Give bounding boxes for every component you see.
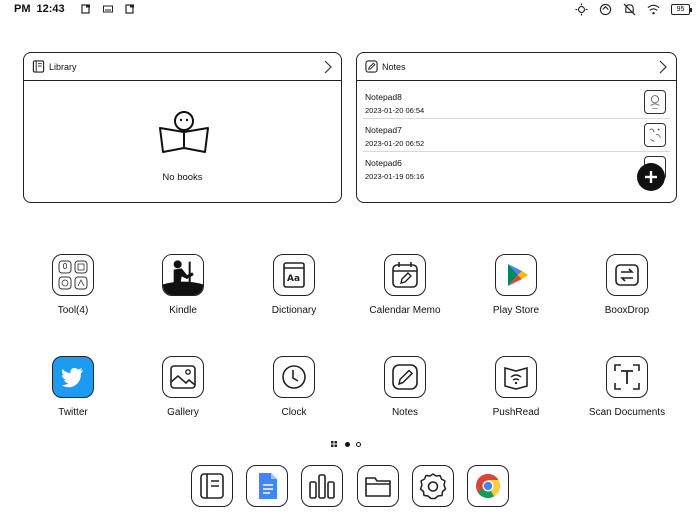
status-left: PM 12:43 — [14, 3, 147, 15]
page-dot-active[interactable] — [345, 441, 350, 447]
dock-library[interactable] — [191, 465, 233, 507]
app-dictionary[interactable]: Aa Dictionary — [239, 254, 349, 324]
dock-apps[interactable] — [301, 465, 343, 507]
dictionary-icon[interactable]: Aa — [273, 254, 315, 296]
library-widget[interactable]: Library No books — [23, 52, 342, 203]
library-title: Library — [49, 61, 77, 72]
page-dot[interactable] — [356, 441, 361, 447]
empty-library-text: No books — [162, 172, 203, 183]
note-item[interactable]: Notepad6 2023-01-19 05:16 — [363, 152, 670, 185]
app-scan-documents[interactable]: Scan Documents — [572, 356, 682, 426]
notes-header[interactable]: Notes — [357, 53, 676, 81]
library-icon — [200, 473, 224, 499]
app-clock[interactable]: Clock — [239, 356, 349, 426]
app-play-store[interactable]: Play Store — [461, 254, 571, 324]
notes-icon[interactable] — [384, 356, 426, 398]
app-label: Twitter — [58, 407, 88, 418]
app-label: Scan Documents — [588, 407, 666, 418]
note-name: Notepad6 — [365, 158, 402, 168]
notes-list: Notepad8 2023-01-20 06:54 Notepad7 2023-… — [357, 81, 676, 185]
app-twitter[interactable]: Twitter — [18, 356, 128, 426]
svg-text:Aa: Aa — [287, 274, 300, 284]
app-label: Dictionary — [271, 305, 317, 316]
docs-icon — [259, 473, 277, 499]
note-thumbnail[interactable] — [644, 123, 666, 147]
settings-icon — [419, 473, 447, 500]
status-time: 12:43 — [36, 3, 65, 15]
notification-icon — [81, 4, 90, 14]
app-label: Tool(4) — [57, 305, 89, 316]
files-icon — [365, 477, 391, 497]
note-name: Notepad8 — [365, 92, 402, 102]
app-calendar-memo[interactable]: Calendar Memo — [350, 254, 460, 324]
note-date: 2023-01-20 06:54 — [365, 106, 425, 115]
dock-settings[interactable] — [412, 465, 454, 507]
app-label: Calendar Memo — [369, 305, 441, 316]
reader-empty-icon — [159, 111, 209, 153]
library-body: No books — [24, 81, 341, 202]
book-icon — [32, 60, 45, 73]
status-bar: PM 12:43 95 — [0, 0, 700, 20]
dock-chrome[interactable] — [467, 465, 509, 507]
app-label: PushRead — [492, 407, 540, 418]
notification-icon-2 — [125, 4, 134, 14]
app-booxdrop[interactable]: BooxDrop — [572, 254, 682, 324]
booxdrop-icon[interactable] — [606, 254, 648, 296]
note-date: 2023-01-20 06:52 — [365, 139, 425, 148]
tool-folder-icon[interactable] — [52, 254, 94, 296]
note-thumbnail[interactable] — [644, 90, 666, 114]
app-label: BooxDrop — [604, 305, 650, 316]
brightness-icon[interactable] — [575, 3, 588, 16]
battery-indicator: 95 — [671, 4, 692, 15]
chevron-right-icon[interactable] — [658, 60, 668, 74]
app-kindle[interactable]: Kindle — [128, 254, 238, 324]
app-label: Play Store — [492, 305, 540, 316]
kindle-icon[interactable] — [162, 254, 204, 296]
pencil-box-icon — [365, 60, 378, 73]
add-note-button[interactable] — [637, 163, 665, 191]
calendar-memo-icon[interactable] — [384, 254, 426, 296]
notes-widget[interactable]: Notes Notepad8 2023-01-20 06:54 Notepad7… — [356, 52, 677, 203]
app-label: Clock — [281, 407, 307, 418]
play-store-icon[interactable] — [495, 254, 537, 296]
app-notes[interactable]: Notes — [350, 356, 460, 426]
note-name: Notepad7 — [365, 125, 402, 135]
chevron-right-icon[interactable] — [323, 60, 333, 74]
status-right: 95 — [564, 3, 692, 16]
app-label: Gallery — [167, 407, 199, 418]
dock-files[interactable] — [357, 465, 399, 507]
scan-documents-icon[interactable] — [606, 356, 648, 398]
wifi-icon[interactable] — [647, 3, 660, 16]
app-label: Kindle — [169, 305, 197, 316]
app-pushread[interactable]: PushRead — [461, 356, 571, 426]
app-tool-folder[interactable]: Tool(4) — [18, 254, 128, 324]
keyboard-icon — [102, 5, 113, 13]
note-date: 2023-01-19 05:16 — [365, 172, 425, 181]
app-gallery[interactable]: Gallery — [128, 356, 238, 426]
apps-icon — [309, 474, 335, 499]
do-not-disturb-icon[interactable] — [623, 3, 636, 16]
dock-docs[interactable] — [246, 465, 288, 507]
plus-icon — [645, 171, 657, 183]
note-item[interactable]: Notepad8 2023-01-20 06:54 — [363, 86, 670, 119]
page-indicator[interactable] — [331, 441, 367, 447]
clock-icon[interactable] — [273, 356, 315, 398]
notes-title: Notes — [382, 61, 406, 72]
note-item[interactable]: Notepad7 2023-01-20 06:52 — [363, 119, 670, 152]
pushread-icon[interactable] — [495, 356, 537, 398]
app-label: Notes — [391, 407, 419, 418]
gallery-icon[interactable] — [162, 356, 204, 398]
sync-icon[interactable] — [599, 3, 612, 16]
status-ampm: PM — [14, 3, 31, 15]
chrome-icon — [476, 473, 501, 499]
twitter-icon[interactable] — [52, 356, 94, 398]
library-header[interactable]: Library — [24, 53, 341, 81]
all-apps-grid-icon[interactable] — [331, 441, 337, 447]
